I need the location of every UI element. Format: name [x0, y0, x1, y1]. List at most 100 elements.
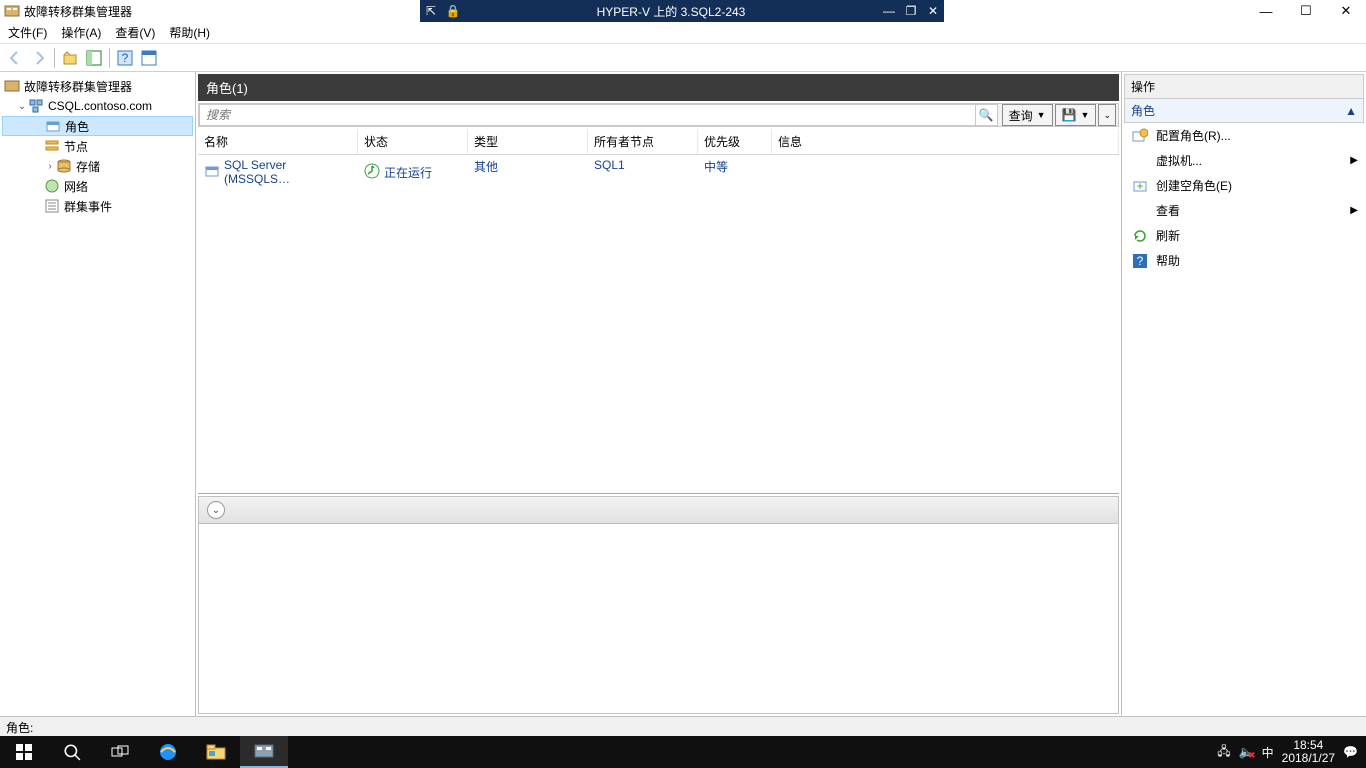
search-icon[interactable]: 🔍: [976, 104, 998, 126]
menu-view[interactable]: 查看(V): [115, 24, 155, 41]
cluster-manager-icon: [4, 78, 20, 94]
app-icon: [4, 3, 20, 19]
events-icon: [44, 198, 60, 214]
nav-forward-button[interactable]: [28, 47, 50, 69]
tray-network-icon[interactable]: 🖧: [1217, 742, 1230, 763]
app-title: 故障转移群集管理器: [24, 3, 132, 20]
menu-file[interactable]: 文件(F): [8, 24, 47, 41]
show-hide-tree-button[interactable]: [83, 47, 105, 69]
tree-root[interactable]: 故障转移群集管理器: [2, 76, 193, 96]
search-toolbar: 🔍 查询▼ 💾▼ ⌄: [198, 103, 1119, 127]
svg-text:+: +: [1136, 179, 1143, 193]
action-refresh[interactable]: 刷新: [1124, 223, 1364, 248]
up-button[interactable]: [59, 47, 81, 69]
menu-help[interactable]: 帮助(H): [169, 24, 210, 41]
create-icon: +: [1132, 178, 1148, 194]
cluster-icon: [28, 98, 44, 114]
tray-volume-icon[interactable]: 🔈✖: [1239, 745, 1254, 759]
grid-body: SQL Server (MSSQLS… 正在运行 其他 SQL1 中等: [198, 155, 1119, 494]
tree-item-events[interactable]: 群集事件: [2, 196, 193, 216]
action-help[interactable]: ? 帮助: [1124, 248, 1364, 273]
expander-icon[interactable]: ›: [44, 161, 56, 172]
window-close-button[interactable]: ✕: [1326, 0, 1366, 22]
titlebar: 故障转移群集管理器 ⇱ 🔒 HYPER-V 上的 3.SQL2-243 — ❐ …: [0, 0, 1366, 22]
row-owner: SQL1: [588, 158, 698, 186]
start-button[interactable]: [0, 736, 48, 768]
task-view-button[interactable]: [96, 736, 144, 768]
taskbar: 🖧 🔈✖ 中 18:54 2018/1/27 💬: [0, 736, 1366, 768]
window-maximize-button[interactable]: ☐: [1286, 0, 1326, 22]
tree-item-label: 群集事件: [64, 198, 112, 215]
vm-connection-bar: ⇱ 🔒 HYPER-V 上的 3.SQL2-243 — ❐ ✕: [420, 0, 944, 22]
col-info[interactable]: 信息: [772, 129, 1119, 154]
tree-item-label: 网络: [64, 178, 88, 195]
storage-icon: [56, 158, 72, 174]
networks-icon: [44, 178, 60, 194]
col-owner[interactable]: 所有者节点: [588, 129, 698, 154]
main-area: 故障转移群集管理器 ⌄ CSQL.contoso.com 角色 节点 › 存储 …: [0, 72, 1366, 716]
svg-text:?: ?: [122, 51, 129, 65]
query-button[interactable]: 查询▼: [1002, 104, 1053, 126]
tree-item-roles[interactable]: 角色: [2, 116, 193, 136]
row-priority: 中等: [698, 158, 772, 186]
expand-collapse-button[interactable]: ⌄: [1098, 104, 1116, 126]
actions-pane: 操作 角色 ▲ 配置角色(R)... 虚拟机... ▶ + 创建空角色(E) 查…: [1122, 72, 1366, 716]
col-type[interactable]: 类型: [468, 129, 588, 154]
row-info: [772, 158, 1119, 186]
tree-cluster[interactable]: ⌄ CSQL.contoso.com: [2, 96, 193, 116]
window-minimize-button[interactable]: —: [1246, 0, 1286, 22]
window-controls: — ☐ ✕: [1246, 0, 1366, 22]
expander-icon[interactable]: ⌄: [16, 101, 28, 112]
nav-back-button[interactable]: [4, 47, 26, 69]
taskbar-cluster-manager[interactable]: [240, 736, 288, 768]
row-state: 正在运行: [384, 164, 432, 181]
col-state[interactable]: 状态: [358, 129, 468, 154]
action-configure-role[interactable]: 配置角色(R)...: [1124, 123, 1364, 148]
action-vm[interactable]: 虚拟机... ▶: [1124, 148, 1364, 173]
role-icon: [204, 163, 220, 182]
search-input[interactable]: [199, 104, 976, 126]
running-icon: [364, 163, 380, 182]
lock-icon[interactable]: 🔒: [442, 4, 464, 18]
pin-icon[interactable]: ⇱: [420, 4, 442, 18]
roles-icon: [45, 118, 61, 134]
toolbar: ?: [0, 44, 1366, 72]
tray-ime[interactable]: 中: [1262, 744, 1274, 761]
search-button[interactable]: [48, 736, 96, 768]
save-button[interactable]: 💾▼: [1055, 104, 1097, 126]
tree-item-label: 角色: [65, 118, 89, 135]
menu-action[interactable]: 操作(A): [61, 24, 101, 41]
tree-root-label: 故障转移群集管理器: [24, 78, 132, 95]
help-button[interactable]: ?: [114, 47, 136, 69]
taskbar-explorer[interactable]: [192, 736, 240, 768]
tree-item-nodes[interactable]: 节点: [2, 136, 193, 156]
action-create-empty-role[interactable]: + 创建空角色(E): [1124, 173, 1364, 198]
actions-group[interactable]: 角色 ▲: [1124, 99, 1364, 123]
action-view[interactable]: 查看 ▶: [1124, 198, 1364, 223]
row-type: 其他: [468, 158, 588, 186]
col-priority[interactable]: 优先级: [698, 129, 772, 154]
taskbar-ie[interactable]: [144, 736, 192, 768]
grid-row[interactable]: SQL Server (MSSQLS… 正在运行 其他 SQL1 中等: [198, 155, 1119, 189]
detail-toggle-bar[interactable]: ⌄: [198, 496, 1119, 524]
tray-notifications-icon[interactable]: 💬: [1343, 745, 1358, 759]
tree-pane: 故障转移群集管理器 ⌄ CSQL.contoso.com 角色 节点 › 存储 …: [0, 72, 196, 716]
properties-button[interactable]: [138, 47, 160, 69]
tree-item-label: 存储: [76, 158, 100, 175]
col-name[interactable]: 名称: [198, 129, 358, 154]
vm-restore-button[interactable]: ❐: [900, 4, 922, 18]
actions-header: 操作: [1124, 74, 1364, 99]
tray-clock[interactable]: 18:54 2018/1/27: [1282, 739, 1335, 765]
tree-item-label: 节点: [64, 138, 88, 155]
row-name: SQL Server (MSSQLS…: [224, 158, 352, 186]
help-icon: ?: [1132, 253, 1148, 269]
vm-minimize-button[interactable]: —: [878, 4, 900, 18]
configure-icon: [1132, 128, 1148, 144]
tray: 🖧 🔈✖ 中 18:54 2018/1/27 💬: [1209, 736, 1366, 768]
vm-close-button[interactable]: ✕: [922, 4, 944, 18]
detail-pane: [198, 524, 1119, 714]
statusbar: 角色:: [0, 716, 1366, 736]
tree-item-networks[interactable]: 网络: [2, 176, 193, 196]
chevron-down-icon: ⌄: [207, 501, 225, 519]
tree-item-storage[interactable]: › 存储: [2, 156, 193, 176]
